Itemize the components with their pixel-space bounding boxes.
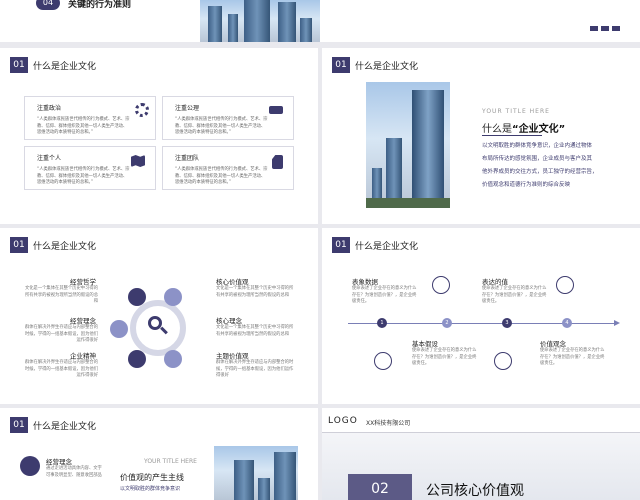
left-item-3-text: 群体在解决外界生存适应与内部整合的时候，学得的一组基本假设，因为他们运作得很好 — [24, 360, 98, 378]
heading-underline — [482, 135, 542, 136]
slide-culture-hub[interactable]: 01 什么是企业文化 经营哲学 文化是一个集体在其整个历史中习得的所有共享的被视… — [0, 228, 318, 404]
left-item-1-title: 经营哲学 — [70, 278, 96, 286]
timeline-bottom-2-title: 价值观念 — [540, 340, 566, 348]
left-item-2-text: 群体在解决外界生存适应与内部整合的时候，学得的一组基本假设，因为他们运作得很好 — [24, 325, 98, 343]
step-1: 1 — [377, 318, 387, 328]
banner-number: 04 — [36, 0, 60, 10]
section-number: 01 — [10, 57, 28, 73]
step-4: 4 — [562, 318, 572, 328]
banner-city-image — [200, 0, 320, 42]
map-icon — [131, 155, 145, 167]
intro-paragraph: 以文明取胜的群体竞争意识，企业内通过物体 布局所传达的感觉氛围，企业成员与客户及… — [482, 143, 598, 188]
globe-icon — [432, 276, 450, 294]
document-icon — [128, 350, 146, 368]
right-item-2-text: 文化是一个集体在其整个历史中习得的所有共享的被视为理所当然的假设的总和 — [216, 325, 294, 337]
timeline-bottom-1-title: 基本假设 — [412, 340, 438, 348]
sd-card-icon — [272, 155, 283, 169]
slide-culture-cards[interactable]: 01 什么是企业文化 注重政治 “人类群体或民族世代相传的行为模式、艺术、宗教、… — [0, 48, 318, 224]
left-item-1-text: 文化是一个集体在其整个历史中习得的所有共享的被视为理所当然的假设的总和 — [24, 286, 98, 304]
card-politics: 注重政治 “人类群体或民族世代相传的行为模式、艺术、宗教、信仰、群体组织及其他一… — [24, 96, 156, 140]
left-item-2-title: 经营理念 — [70, 317, 96, 325]
timeline-top-1-text: 使命表述了企业存在的意义为什么存在？为谁创造价值？，是企业终极责任。 — [352, 286, 417, 304]
monitor-icon — [269, 106, 283, 114]
your-title-label: YOUR TITLE HERE — [482, 108, 550, 115]
concept-title: 经营理念 — [46, 458, 72, 466]
intro-heading: 什么是“企业文化” — [482, 124, 566, 135]
timeline-bottom-1-text: 使命表述了企业存在的意义为什么存在？为谁创造价值？，是企业终极责任。 — [412, 348, 477, 366]
slide-core-values[interactable]: LOGO XX科技有限公司 02 公司核心价值观 — [322, 408, 640, 500]
timeline-top-2-title: 表达的值 — [482, 278, 508, 286]
banner-dots — [590, 26, 620, 31]
right-item-1-title: 核心价值观 — [216, 278, 249, 286]
timeline-bottom-2-text: 使命表述了企业存在的意义为什么存在？为谁创造价值？，是企业终极责任。 — [540, 348, 605, 366]
right-item-2-title: 核心理念 — [216, 317, 242, 325]
gear-icon — [135, 103, 149, 117]
target-icon — [164, 350, 182, 368]
card-team: 注重团队 “人类群体或民族世代相传的行为模式、艺术、宗教、信仰、群体组织及其他一… — [162, 146, 294, 190]
card-individual: 注重个人 “人类群体或民族世代相传的行为模式、艺术、宗教、信仰、群体组织及其他一… — [24, 146, 156, 190]
step-2: 2 — [442, 318, 452, 328]
phone-icon — [494, 352, 512, 370]
trophy-icon — [110, 320, 128, 338]
skyscraper-photo — [366, 82, 450, 208]
concept-your-title: YOUR TITLE HERE — [144, 458, 197, 465]
concept-subtext: 以文明取胜的群体竞争意识 — [120, 486, 181, 492]
chapter-title: 公司核心价值观 — [426, 483, 524, 499]
right-item-3-title: 主题价值观 — [216, 352, 249, 360]
left-item-3-title: 企业精神 — [70, 352, 96, 360]
slide-value-origin[interactable]: 01 什么是企业文化 经营理念 通过走进活动具体内容、文字可事及明显型、随意收回… — [0, 408, 318, 500]
clipboard-icon — [556, 276, 574, 294]
banner-title: 关键的行为准则 — [68, 0, 132, 10]
timeline-arrow — [614, 320, 620, 326]
concept-text: 通过走进活动具体内容、文字可事及明显型、随意收回部品 — [46, 466, 102, 478]
slide-title: 什么是企业文化 — [33, 61, 97, 72]
timeline-top-2-text: 使命表述了企业存在的意义为什么存在？为谁创造价值？，是企业终极责任。 — [482, 286, 547, 304]
rocket-icon — [20, 456, 40, 476]
timeline-line — [348, 323, 618, 324]
location-icon — [164, 288, 182, 306]
skyline-photo — [214, 446, 298, 500]
right-item-3-text: 群体在解决外界生存适应与内部整合的时候，学得的一组基本假设，因为他们运作得很好 — [216, 360, 294, 378]
company-name: XX科技有限公司 — [366, 420, 411, 427]
card-justice: 注重公理 “人类群体或民族世代相传的行为模式、艺术、宗教、信仰、群体组织及其他一… — [162, 96, 294, 140]
slide-culture-timeline[interactable]: 01 什么是企业文化 表象数据 使命表述了企业存在的意义为什么存在？为谁创造价值… — [322, 228, 640, 404]
logo-text: LOGO — [328, 416, 358, 426]
concept-subheading: 价值观的产生主线 — [120, 473, 184, 482]
speaker-icon — [374, 352, 392, 370]
timeline-top-1-title: 表象数据 — [352, 278, 378, 286]
slide-culture-intro[interactable]: 01 什么是企业文化 YOUR TITLE HERE 什么是“企业文化” 以文明… — [322, 48, 640, 224]
lock-icon — [128, 288, 146, 306]
right-item-1-text: 文化是一个集体在其整个历史中习得的所有共享的被视为理所当然的假设的总和 — [216, 286, 294, 298]
chapter-number: 02 — [348, 474, 412, 500]
step-3: 3 — [502, 318, 512, 328]
slide-banner[interactable]: 04 关键的行为准则 — [0, 0, 640, 42]
